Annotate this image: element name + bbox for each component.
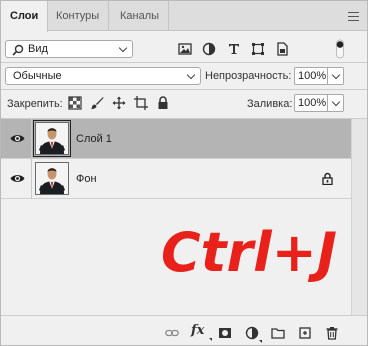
link-layers-icon[interactable] [165,326,179,340]
layer-thumbnail[interactable] [35,162,69,195]
new-group-icon[interactable] [271,326,285,340]
blend-mode-label: Обычные [13,70,62,82]
chevron-down-icon [331,70,341,80]
hamburger-menu-icon[interactable] [348,12,359,21]
lock-artboard-icon[interactable] [134,96,148,110]
lock-icon[interactable] [322,172,333,185]
layers-list: Слой 1 Фон [1,119,351,315]
divider [1,62,367,63]
divider [1,89,367,90]
dropdown-triangle-icon [209,338,212,341]
delete-layer-icon[interactable] [325,326,339,340]
opacity-label: Непрозрачность: [205,70,292,82]
chevron-down-icon [186,70,196,80]
layer-row-layer-1[interactable]: Слой 1 [1,119,351,159]
eye-visibility-icon[interactable] [10,173,25,184]
adjustment-layer-filter-icon[interactable] [201,41,217,57]
layer-style-fx-icon[interactable]: fx [191,323,212,341]
layer-thumbnail[interactable] [33,120,71,157]
chevron-down-icon [118,43,128,53]
tab-paths[interactable]: Контуры [47,1,110,31]
filter-kind-label: Вид [28,43,48,55]
fill-label: Заливка: [247,98,293,110]
fx-label: fx [191,323,205,338]
layer-name[interactable]: Фон [76,173,97,185]
layer-name[interactable]: Слой 1 [76,133,112,145]
divider [31,159,32,199]
opacity-field[interactable]: 100% [294,67,328,85]
adjustment-layer-icon[interactable] [245,326,262,343]
tab-channels[interactable]: Каналы [111,1,170,31]
fill-field[interactable]: 100% [294,94,328,112]
new-layer-icon[interactable] [298,326,312,340]
lock-position-icon[interactable] [112,96,126,110]
layers-bottom-toolbar: fx [1,315,367,345]
shortcut-overlay-text: Ctrl+J [161,221,337,284]
lock-transparent-pixels-icon[interactable] [68,96,82,110]
filter-toggle-icon[interactable] [335,39,345,59]
add-mask-icon[interactable] [218,326,232,340]
lock-image-pixels-icon[interactable] [90,96,104,110]
fill-dropdown-button[interactable] [327,94,344,112]
eye-visibility-icon[interactable] [10,133,25,144]
search-icon [12,44,24,56]
tab-layers[interactable]: Слои [1,1,49,32]
lock-all-icon[interactable] [156,96,170,110]
smart-object-filter-icon[interactable] [274,41,290,57]
layers-scrollbar[interactable] [351,119,367,315]
layer-filter-select[interactable]: Вид [5,40,133,58]
dropdown-triangle-icon [259,340,262,343]
layers-panel: Слои Контуры Каналы Вид Обычные Непрозра… [0,0,368,346]
lock-label: Закрепить: [7,98,63,110]
type-layer-filter-icon[interactable] [226,41,242,57]
chevron-down-icon [331,97,341,107]
opacity-dropdown-button[interactable] [327,67,344,85]
shape-layer-filter-icon[interactable] [250,41,266,57]
tab-bar: Слои Контуры Каналы [1,1,367,32]
blend-mode-select[interactable]: Обычные [5,67,201,85]
pixel-layer-filter-icon[interactable] [177,41,193,57]
layer-row-background[interactable]: Фон [1,159,351,199]
divider [31,119,32,159]
